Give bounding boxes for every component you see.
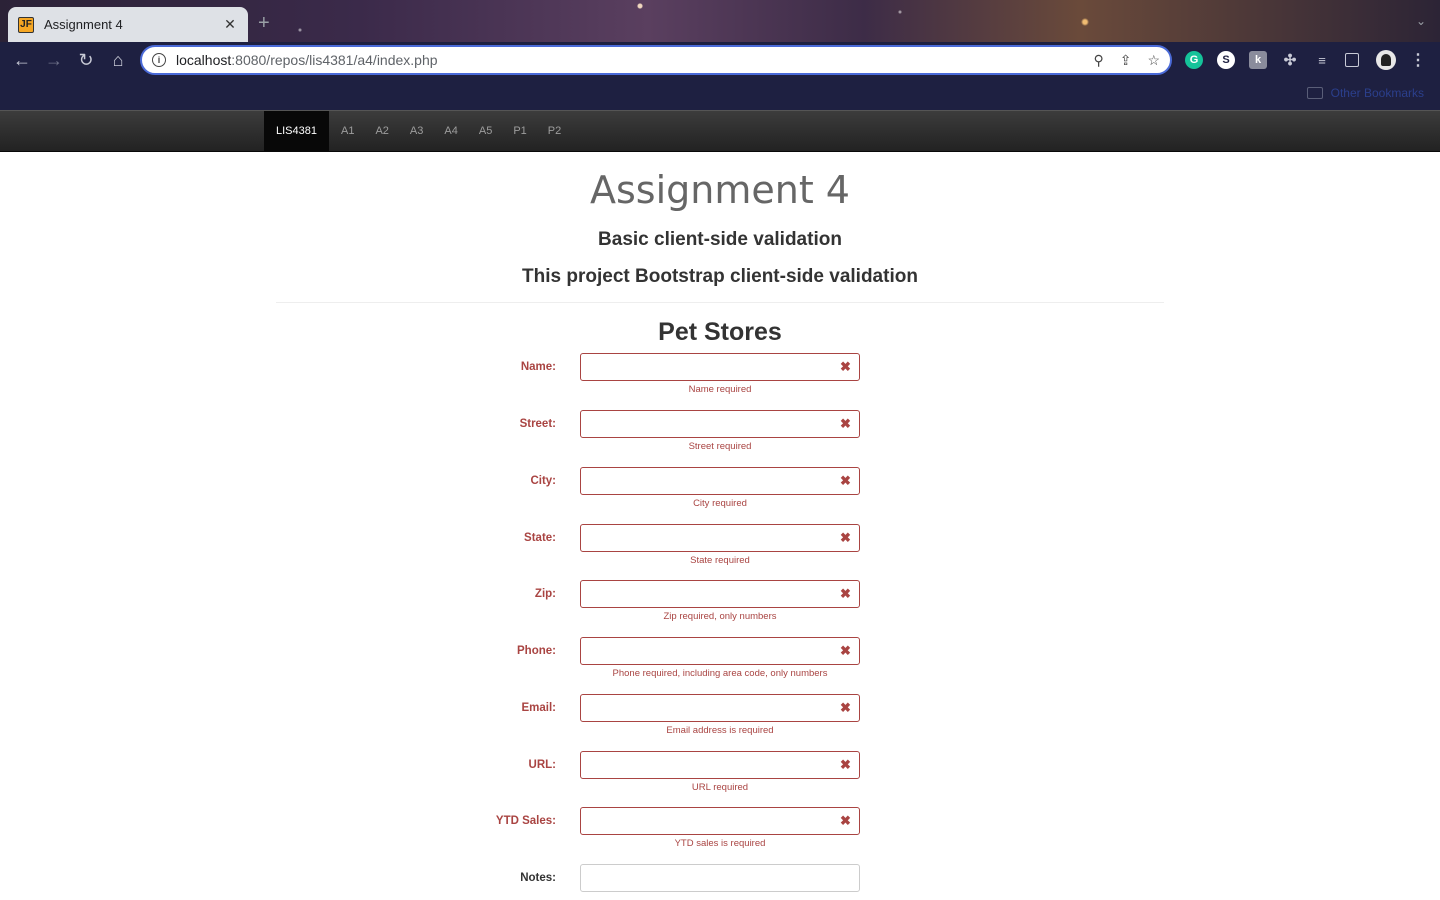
folder-icon bbox=[1306, 87, 1323, 99]
error-x-icon: ✖ bbox=[840, 473, 851, 488]
sidepanel-icon[interactable] bbox=[1345, 53, 1359, 67]
tab-search-chevron-icon[interactable]: ⌄ bbox=[1416, 14, 1426, 28]
field-label: Street: bbox=[519, 418, 556, 430]
phone-input[interactable] bbox=[580, 637, 860, 665]
field-error: City required bbox=[693, 498, 747, 509]
error-x-icon: ✖ bbox=[840, 530, 851, 545]
error-x-icon: ✖ bbox=[840, 757, 851, 772]
field-error: Zip required, only numbers bbox=[663, 611, 777, 622]
ytd-sales-input[interactable] bbox=[580, 807, 860, 835]
field-error: State required bbox=[690, 555, 750, 566]
zip-input[interactable] bbox=[580, 580, 860, 608]
back-icon[interactable]: ← bbox=[12, 50, 32, 70]
field-label: Zip: bbox=[534, 588, 556, 600]
other-bookmarks-label: Other Bookmarks bbox=[1330, 86, 1424, 100]
error-x-icon: ✖ bbox=[840, 813, 851, 828]
state-input[interactable] bbox=[580, 524, 860, 552]
field-error: YTD sales is required bbox=[674, 838, 766, 849]
share-icon[interactable]: ⇪ bbox=[1120, 52, 1132, 69]
nav-link-a5[interactable]: A5 bbox=[467, 111, 501, 152]
nav-link-a1[interactable]: A1 bbox=[329, 111, 363, 152]
avatar[interactable] bbox=[1376, 50, 1396, 70]
city-input[interactable] bbox=[580, 467, 860, 495]
form-row-street: Street: ✖ Street required bbox=[0, 410, 1440, 466]
field-error: URL required bbox=[691, 782, 749, 793]
page-description: This project Bootstrap client-side valid… bbox=[522, 266, 918, 287]
favicon-icon: JF bbox=[18, 16, 34, 33]
nav-link-p1[interactable]: P1 bbox=[501, 111, 535, 152]
field-error: Email address is required bbox=[666, 725, 774, 736]
field-label: YTD Sales: bbox=[495, 815, 556, 827]
field-label: URL: bbox=[528, 759, 556, 771]
field-label: City: bbox=[530, 475, 556, 487]
form-row-zip: Zip: ✖ Zip required, only numbers bbox=[0, 580, 1440, 636]
form-row-ytd-sales: YTD Sales: ✖ YTD sales is required bbox=[0, 807, 1440, 863]
page-subtitle: Basic client-side validation bbox=[598, 229, 842, 250]
nav-link-a4[interactable]: A4 bbox=[432, 111, 466, 152]
street-input[interactable] bbox=[580, 410, 860, 438]
bookmarks-bar: Other Bookmarks bbox=[0, 78, 1440, 110]
notes-input[interactable] bbox=[580, 864, 860, 892]
form-row-email: Email: ✖ Email address is required bbox=[0, 694, 1440, 750]
error-x-icon: ✖ bbox=[840, 643, 851, 658]
browser-tab[interactable]: JF Assignment 4 ✕ bbox=[8, 7, 248, 42]
form-row-url: URL: ✖ URL required bbox=[0, 751, 1440, 807]
form-row-name: Name: ✖ Name required bbox=[0, 353, 1440, 409]
reload-icon[interactable]: ↻ bbox=[76, 50, 96, 70]
form-row-notes: Notes: bbox=[0, 864, 1440, 892]
form-title: Pet Stores bbox=[658, 318, 782, 346]
media-icon[interactable]: ≡ bbox=[1313, 51, 1331, 69]
error-x-icon: ✖ bbox=[840, 359, 851, 374]
form-row-phone: Phone: ✖ Phone required, including area … bbox=[0, 637, 1440, 693]
bookmark-star-icon[interactable]: ☆ bbox=[1147, 52, 1160, 69]
other-bookmarks[interactable]: Other Bookmarks bbox=[1306, 86, 1424, 100]
error-x-icon: ✖ bbox=[840, 700, 851, 715]
site-navbar: LIS4381 A1 A2 A3 A4 A5 P1 P2 bbox=[0, 110, 1440, 152]
field-error: Phone required, including area code, onl… bbox=[612, 668, 828, 679]
nav-link-a2[interactable]: A2 bbox=[363, 111, 397, 152]
field-label: Name: bbox=[520, 361, 556, 373]
field-error: Street required bbox=[688, 441, 752, 452]
url-input[interactable] bbox=[580, 751, 860, 779]
form-row-city: City: ✖ City required bbox=[0, 467, 1440, 523]
email-input[interactable] bbox=[580, 694, 860, 722]
new-tab-button[interactable]: + bbox=[258, 12, 270, 35]
field-label: Notes: bbox=[520, 872, 556, 884]
forward-icon[interactable]: → bbox=[44, 50, 64, 70]
error-x-icon: ✖ bbox=[840, 586, 851, 601]
url-host: localhost bbox=[176, 52, 232, 68]
field-label: Email: bbox=[521, 702, 556, 714]
field-error: Name required bbox=[688, 384, 752, 395]
zoom-icon[interactable]: ⚲ bbox=[1093, 52, 1103, 69]
puzzle-icon[interactable]: ✣ bbox=[1281, 51, 1299, 69]
menu-icon[interactable]: ⋮ bbox=[1409, 51, 1427, 69]
home-icon[interactable]: ⌂ bbox=[108, 50, 128, 70]
browser-tab-strip: JF Assignment 4 ✕ + ⌄ bbox=[0, 0, 1440, 42]
nav-link-a3[interactable]: A3 bbox=[398, 111, 432, 152]
site-info-icon[interactable]: i bbox=[152, 53, 166, 67]
url-text[interactable]: localhost:8080/repos/lis4381/a4/index.ph… bbox=[176, 52, 1093, 68]
nav-link-p2[interactable]: P2 bbox=[536, 111, 570, 152]
page-title: Assignment 4 bbox=[590, 168, 850, 212]
name-input[interactable] bbox=[580, 353, 860, 381]
url-path: :8080/repos/lis4381/a4/index.php bbox=[231, 52, 438, 68]
k-extension-icon[interactable]: k bbox=[1249, 51, 1267, 69]
grammarly-icon[interactable]: G bbox=[1185, 51, 1203, 69]
s-extension-icon[interactable]: S bbox=[1217, 51, 1235, 69]
nav-brand[interactable]: LIS4381 bbox=[264, 111, 329, 152]
field-label: Phone: bbox=[517, 645, 556, 657]
form-row-state: State: ✖ State required bbox=[0, 524, 1440, 580]
field-label: State: bbox=[524, 532, 556, 544]
address-bar[interactable]: i localhost:8080/repos/lis4381/a4/index.… bbox=[140, 45, 1172, 75]
error-x-icon: ✖ bbox=[840, 416, 851, 431]
browser-toolbar: ← → ↻ ⌂ i localhost:8080/repos/lis4381/a… bbox=[0, 42, 1440, 78]
tab-title: Assignment 4 bbox=[44, 17, 123, 32]
divider bbox=[276, 302, 1164, 303]
close-tab-icon[interactable]: ✕ bbox=[222, 16, 238, 33]
